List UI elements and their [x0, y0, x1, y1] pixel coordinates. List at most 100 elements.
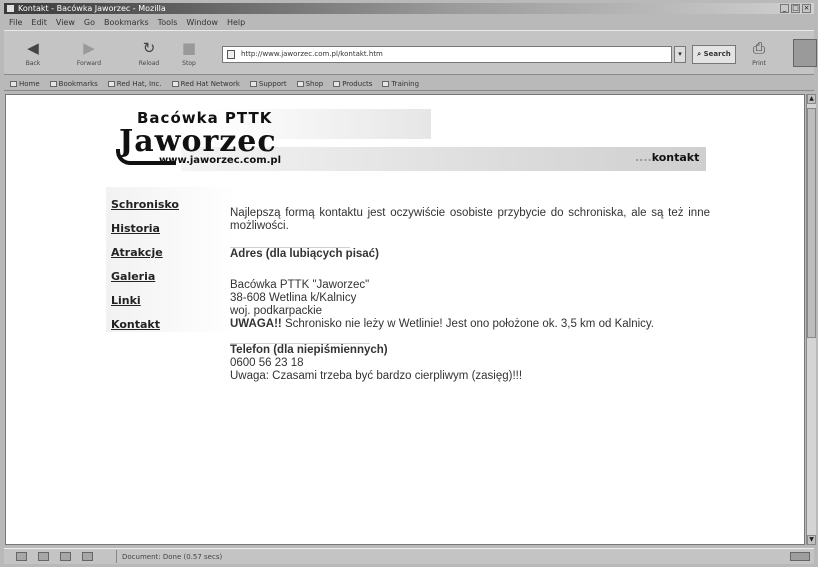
search-button[interactable]: ⌕ Search: [692, 45, 736, 64]
bookmark-label: Support: [258, 79, 287, 88]
vertical-scrollbar[interactable]: ▲ ▼: [806, 94, 816, 545]
bookmark-shop[interactable]: Shop: [296, 78, 324, 90]
address-line: Bacówka PTTK "Jaworzec": [230, 279, 370, 291]
menu-bookmarks[interactable]: Bookmarks: [104, 16, 149, 29]
phone-heading: Telefon (dla niepiśmiennych): [230, 344, 388, 356]
window-title: Kontakt - Bacówka Jaworzec - Mozilla: [18, 4, 166, 13]
nav-link-historia[interactable]: Historia: [111, 217, 211, 241]
menu-go[interactable]: Go: [84, 16, 95, 29]
address-line: woj. podkarpackie: [230, 305, 323, 317]
bookmark-label: Red Hat Network: [180, 79, 240, 88]
forward-label: Forward: [76, 60, 102, 67]
nav-link-galeria[interactable]: Galeria: [111, 265, 211, 289]
url-input[interactable]: http://www.jaworzec.com.pl/kontakt.htm: [222, 46, 672, 63]
throbber-logo[interactable]: [793, 39, 817, 67]
status-bar: Document: Done (0.57 secs): [4, 548, 814, 564]
stop-button[interactable]: ■ Stop: [174, 37, 204, 71]
site-nav: Schronisko Historia Atrakcje Galeria Lin…: [111, 193, 211, 337]
menu-help[interactable]: Help: [227, 16, 245, 29]
window-controls: _ □ ×: [780, 4, 811, 13]
menu-bar: File Edit View Go Bookmarks Tools Window…: [4, 16, 814, 29]
scroll-thumb[interactable]: [807, 108, 816, 338]
phone-number: 0600 56 23 18: [230, 357, 304, 369]
bookmark-label: Red Hat, Inc.: [116, 79, 162, 88]
forward-button[interactable]: ▶ Forward: [74, 37, 104, 71]
bookmark-training[interactable]: Training: [382, 78, 419, 90]
scroll-down-arrow-icon[interactable]: ▼: [807, 535, 816, 545]
menu-view[interactable]: View: [56, 16, 75, 29]
address-book-icon[interactable]: [82, 552, 93, 561]
phone-note: Uwaga: Czasami trzeba być bardzo cierpli…: [230, 370, 523, 382]
address-block: Bacówka PTTK "Jaworzec" 38-608 Wetlina k…: [230, 279, 710, 318]
maximize-button[interactable]: □: [791, 4, 800, 13]
bookmark-icon: [171, 81, 179, 87]
bookmark-support[interactable]: Support: [249, 78, 287, 90]
address-heading: Adres (dla lubiących pisać): [230, 248, 379, 260]
warning-text: Schronisko nie leży w Wetlinie! Jest ono…: [281, 318, 654, 330]
folder-icon: [333, 81, 341, 87]
nav-link-linki[interactable]: Linki: [111, 289, 211, 313]
print-icon: ⎙: [752, 39, 765, 57]
back-button[interactable]: ◀ Back: [18, 37, 48, 71]
bookmark-label: Bookmarks: [58, 79, 98, 88]
warning-paragraph: UWAGA!! Schronisko nie leży w Wetlinie! …: [230, 318, 710, 331]
minimize-button[interactable]: _: [780, 4, 789, 13]
title-bar: Kontakt - Bacówka Jaworzec - Mozilla _ □…: [4, 3, 814, 14]
scroll-up-arrow-icon[interactable]: ▲: [807, 94, 816, 104]
menu-edit[interactable]: Edit: [31, 16, 47, 29]
nav-link-schronisko[interactable]: Schronisko: [111, 193, 211, 217]
page-header: Bacówka PTTK Jaworzec www.jaworzec.com.p…: [111, 103, 706, 173]
menu-file[interactable]: File: [9, 16, 22, 29]
mail-icon[interactable]: [38, 552, 49, 561]
forward-arrow-icon: ▶: [83, 39, 95, 57]
url-text: http://www.jaworzec.com.pl/kontakt.htm: [241, 50, 383, 58]
home-icon: [10, 81, 17, 87]
warning-label: UWAGA!!: [230, 318, 282, 330]
url-history-dropdown[interactable]: ▾: [674, 46, 686, 63]
stop-icon: ■: [181, 39, 197, 57]
folder-icon: [249, 81, 257, 87]
bookmark-redhat[interactable]: Red Hat, Inc.: [107, 78, 162, 90]
window-menu-icon[interactable]: [7, 5, 14, 12]
print-label: Print: [752, 60, 766, 67]
navigation-toolbar: ◀ Back ▶ Forward ↻ Reload ■ Stop http://…: [4, 30, 817, 75]
section-title-text: kontakt: [651, 151, 700, 164]
print-button[interactable]: ⎙ Print: [744, 37, 774, 71]
reload-label: Reload: [138, 60, 160, 67]
folder-icon: [296, 81, 304, 87]
page-content: Bacówka PTTK Jaworzec www.jaworzec.com.p…: [5, 94, 805, 545]
reload-button[interactable]: ↻ Reload: [134, 37, 164, 71]
menu-window[interactable]: Window: [186, 16, 218, 29]
navigator-icon[interactable]: [16, 552, 27, 561]
bookmark-label: Training: [391, 79, 420, 88]
bookmark-label: Home: [19, 79, 40, 88]
security-icon[interactable]: [790, 552, 810, 561]
title-dots: ....: [635, 151, 652, 164]
bookmark-products[interactable]: Products: [333, 78, 372, 90]
status-separator: [116, 550, 117, 563]
logo-url: www.jaworzec.com.pl: [159, 155, 282, 166]
bookmark-home[interactable]: Home: [10, 78, 40, 90]
address-line: 38-608 Wetlina k/Kalnicy: [230, 292, 357, 304]
back-label: Back: [25, 60, 41, 67]
section-title: ....kontakt: [635, 151, 699, 164]
status-message: Document: Done (0.57 secs): [122, 553, 223, 561]
bookmark-redhat-network[interactable]: Red Hat Network: [171, 78, 240, 90]
page-icon: [227, 50, 235, 59]
bookmark-label: Shop: [305, 79, 324, 88]
back-arrow-icon: ◀: [27, 39, 39, 57]
nav-link-atrakcje[interactable]: Atrakcje: [111, 241, 211, 265]
nav-link-kontakt[interactable]: Kontakt: [111, 313, 211, 337]
close-button[interactable]: ×: [802, 4, 811, 13]
bookmark-bookmarks[interactable]: Bookmarks: [49, 78, 98, 90]
bookmark-icon: [107, 81, 115, 87]
folder-icon: [382, 81, 390, 87]
intro-paragraph: Najlepszą formą kontaktu jest oczywiście…: [230, 207, 710, 232]
bookmark-icon: [49, 81, 57, 87]
main-text: Najlepszą formą kontaktu jest oczywiście…: [230, 207, 710, 383]
reload-icon: ↻: [142, 39, 156, 57]
search-label: Search: [703, 50, 731, 58]
composer-icon[interactable]: [60, 552, 71, 561]
bookmark-label: Products: [342, 79, 373, 88]
menu-tools[interactable]: Tools: [158, 16, 178, 29]
